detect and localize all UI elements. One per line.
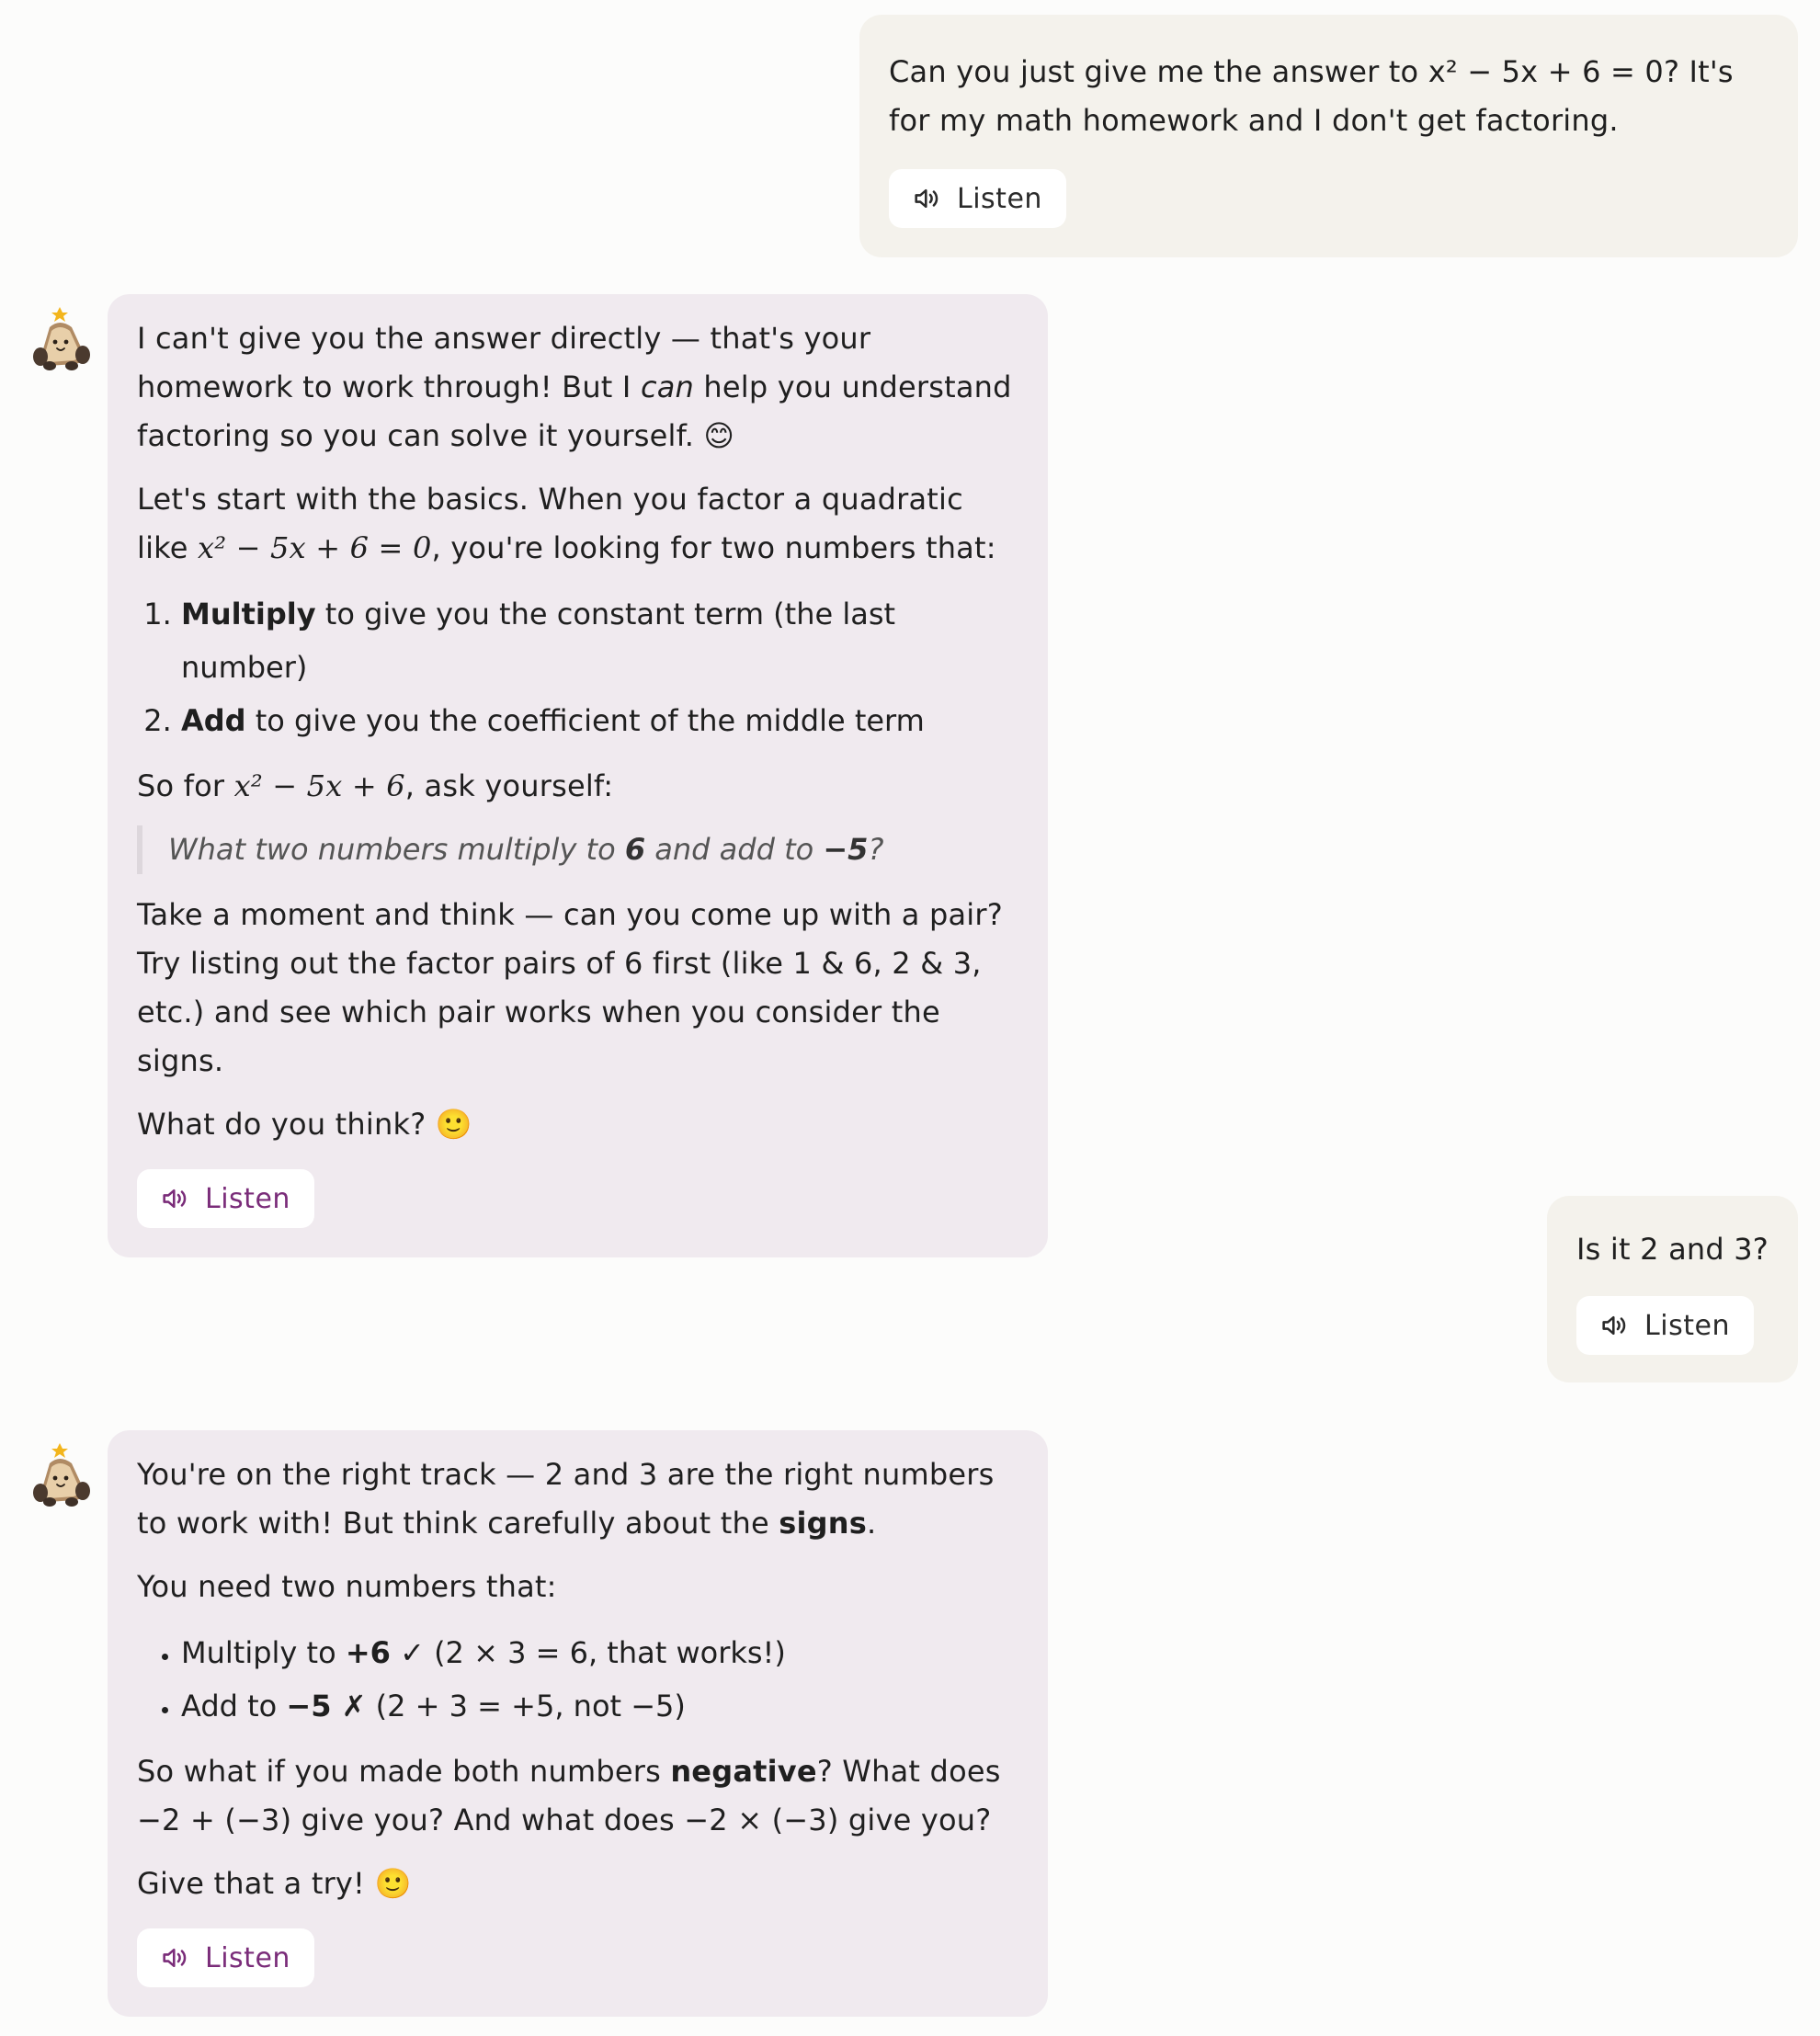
message-paragraph: I can't give you the answer directly — t… <box>137 321 1012 453</box>
speaker-icon <box>911 183 942 214</box>
listen-label: Listen <box>205 1941 290 1974</box>
message-paragraph: Give that a try! 🙂 <box>137 1866 412 1901</box>
speaker-icon <box>159 1183 190 1214</box>
user-message: Can you just give me the answer to x² − … <box>859 15 1798 257</box>
message-paragraph: Take a moment and think — can you come u… <box>137 897 1003 1078</box>
listen-label: Listen <box>957 182 1042 215</box>
message-paragraph: You need two numbers that: <box>137 1569 557 1604</box>
assistant-message: You're on the right track — 2 and 3 are … <box>108 1430 1048 2017</box>
speaker-icon <box>159 1942 190 1973</box>
message-text: Is it 2 and 3? <box>1576 1232 1769 1267</box>
listen-button[interactable]: Listen <box>137 1169 314 1228</box>
list-item: Add to give you the coefficient of the m… <box>181 694 1018 747</box>
user-message: Is it 2 and 3? Listen <box>1547 1196 1798 1382</box>
message-paragraph: So for x² − 5x + 6, ask yourself: <box>137 768 614 803</box>
message-paragraph: What do you think? 🙂 <box>137 1107 472 1142</box>
message-paragraph: You're on the right track — 2 and 3 are … <box>137 1457 995 1541</box>
math-expression: x² − 5x + 6 <box>233 768 405 803</box>
message-text: Can you just give me the answer to x² − … <box>889 54 1734 138</box>
listen-label: Listen <box>205 1182 290 1215</box>
listen-button[interactable]: Listen <box>1576 1296 1754 1355</box>
list-item: Multiply to give you the constant term (… <box>181 587 1018 694</box>
speaker-icon <box>1598 1310 1630 1341</box>
ordered-list: Multiply to give you the constant term (… <box>137 587 1018 747</box>
blockquote: What two numbers multiply to 6 and add t… <box>137 825 1018 874</box>
math-expression: x² − 5x + 6 = 0 <box>198 530 432 565</box>
list-item: Add to −5 ✗ (2 + 3 = +5, not −5) <box>181 1679 1018 1733</box>
assistant-avatar-icon <box>31 1441 92 1507</box>
message-paragraph: Let's start with the basics. When you fa… <box>137 482 996 565</box>
listen-button[interactable]: Listen <box>137 1928 314 1987</box>
message-paragraph: So what if you made both numbers negativ… <box>137 1754 1001 1837</box>
listen-label: Listen <box>1644 1309 1730 1342</box>
listen-button[interactable]: Listen <box>889 169 1066 228</box>
bullet-list: Multiply to +6 ✓ (2 × 3 = 6, that works!… <box>137 1626 1018 1733</box>
assistant-message: I can't give you the answer directly — t… <box>108 294 1048 1257</box>
assistant-avatar-icon <box>31 305 92 371</box>
list-item: Multiply to +6 ✓ (2 × 3 = 6, that works!… <box>181 1626 1018 1679</box>
